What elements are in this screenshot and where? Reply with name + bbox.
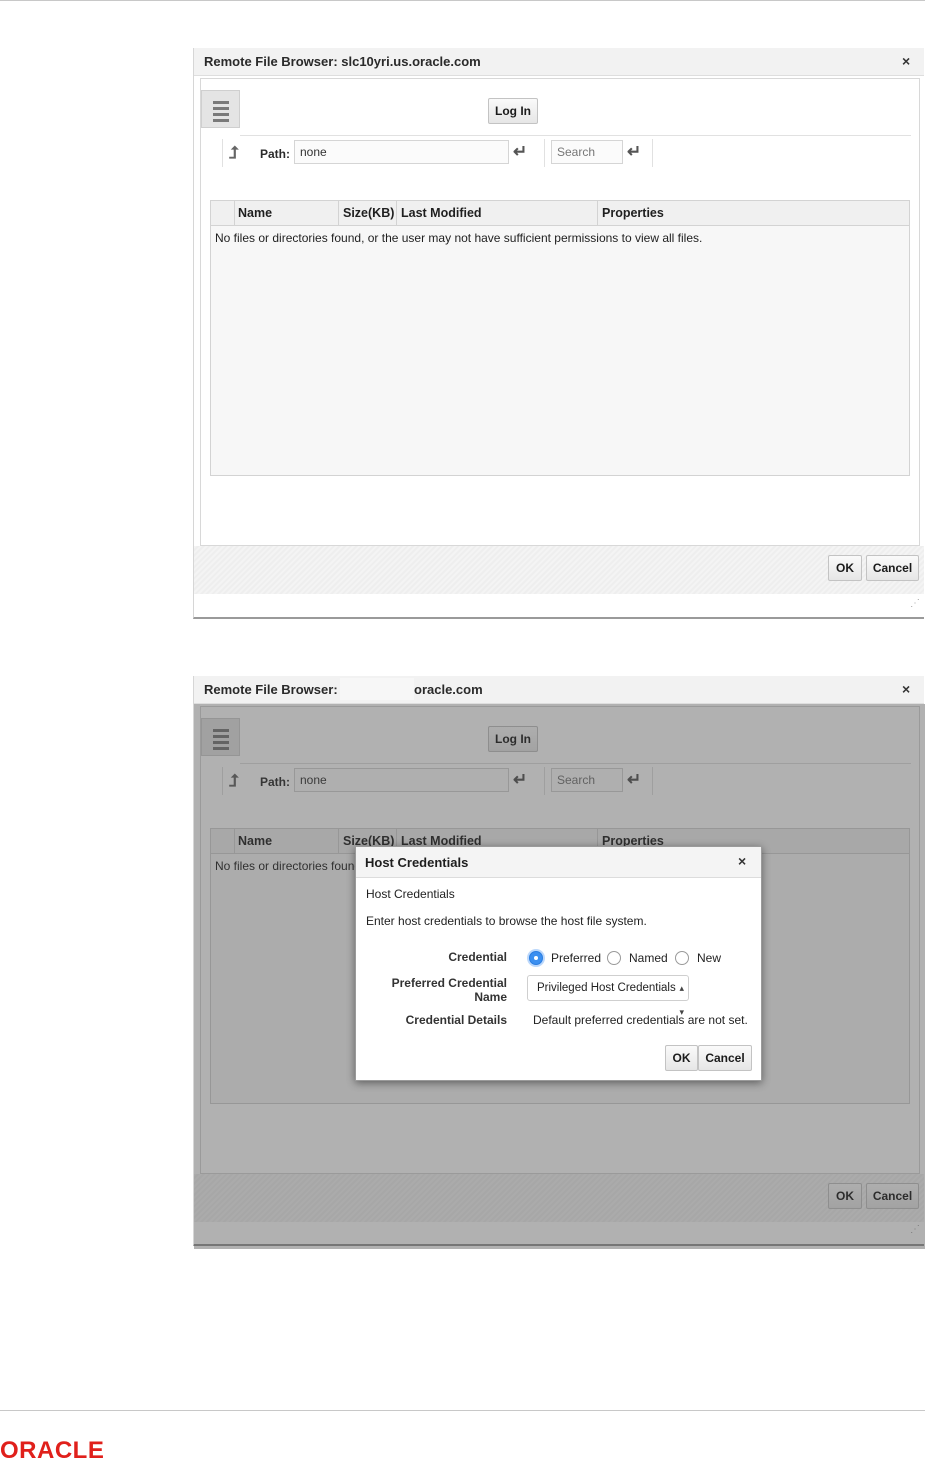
- login-button[interactable]: Log In: [488, 98, 538, 124]
- top-rule: [0, 0, 925, 1]
- toolbar-divider: [652, 139, 653, 167]
- column-size[interactable]: Size(KB): [343, 206, 394, 220]
- dialog-titlebar[interactable]: Remote File Browser: oracle.com ×: [194, 676, 924, 704]
- popup-titlebar[interactable]: Host Credentials ×: [356, 847, 761, 878]
- dialog-titlebar[interactable]: Remote File Browser: slc10yri.us.oracle.…: [194, 48, 924, 76]
- path-input[interactable]: none: [294, 140, 509, 164]
- radio-named[interactable]: [607, 951, 621, 965]
- credential-details-value: Default preferred credentials are not se…: [533, 1013, 748, 1027]
- popup-title: Host Credentials: [365, 855, 469, 870]
- redacted-hostname: [340, 678, 414, 700]
- enter-icon[interactable]: ↵: [513, 142, 527, 162]
- remote-file-browser-dialog: Remote File Browser: slc10yri.us.oracle.…: [193, 48, 924, 619]
- dialog-title: Remote File Browser: slc10yri.us.oracle.…: [204, 54, 481, 69]
- column-properties[interactable]: Properties: [602, 206, 664, 220]
- footer-rule: [0, 1410, 925, 1411]
- cancel-button[interactable]: Cancel: [866, 555, 919, 581]
- table-header: Name Size(KB) Last Modified Properties: [211, 201, 909, 226]
- close-icon[interactable]: ×: [902, 53, 910, 69]
- search-input[interactable]: Search: [551, 140, 623, 164]
- preferred-credential-name-label-line2: Name: [474, 990, 507, 1004]
- path-label: Path:: [260, 147, 290, 161]
- cancel-button[interactable]: Cancel: [698, 1045, 752, 1071]
- select-value: Privileged Host Credentials: [537, 982, 676, 994]
- ok-button[interactable]: OK: [665, 1045, 698, 1071]
- preferred-credential-name-label-line1: Preferred Credential: [391, 976, 507, 990]
- dialog-title-suffix: oracle.com: [414, 682, 483, 697]
- resize-handle-icon[interactable]: ⋰: [910, 598, 920, 609]
- empty-message: No files or directories found, or the us…: [215, 231, 703, 245]
- radio-new-label[interactable]: New: [697, 951, 721, 965]
- divider: [240, 135, 911, 136]
- dialog-content: Log In ⮥ Path: none ↵ Search ↵ Name Size…: [200, 78, 920, 546]
- file-table: Name Size(KB) Last Modified Properties N…: [210, 200, 910, 476]
- radio-new[interactable]: [675, 951, 689, 965]
- oracle-logo: ORACLE: [0, 1437, 105, 1464]
- ok-button[interactable]: OK: [828, 555, 862, 581]
- toolbar-divider: [544, 139, 545, 167]
- radio-preferred[interactable]: [529, 951, 543, 965]
- dialog-title-prefix: Remote File Browser:: [204, 682, 338, 697]
- close-icon[interactable]: ×: [902, 681, 910, 697]
- host-credentials-dialog: Host Credentials × Host Credentials Ente…: [355, 846, 762, 1081]
- button-bar: OK Cancel: [194, 546, 924, 594]
- close-icon[interactable]: ×: [738, 853, 746, 869]
- column-last-modified[interactable]: Last Modified: [401, 206, 482, 220]
- preferred-credential-select[interactable]: Privileged Host Credentials ▴ ▾: [527, 975, 689, 1017]
- credential-label: Credential: [448, 950, 507, 964]
- up-arrow-icon[interactable]: ⮥: [229, 143, 239, 163]
- enter-icon[interactable]: ↵: [627, 142, 641, 162]
- column-name[interactable]: Name: [238, 206, 272, 220]
- hamburger-menu-icon[interactable]: [201, 90, 240, 128]
- toolbar-divider: [222, 139, 223, 167]
- radio-named-label[interactable]: Named: [629, 951, 668, 965]
- instruction-text: Enter host credentials to browse the hos…: [366, 914, 647, 928]
- radio-preferred-label[interactable]: Preferred: [551, 951, 601, 965]
- credential-details-label: Credential Details: [405, 1013, 507, 1027]
- section-heading: Host Credentials: [366, 887, 455, 901]
